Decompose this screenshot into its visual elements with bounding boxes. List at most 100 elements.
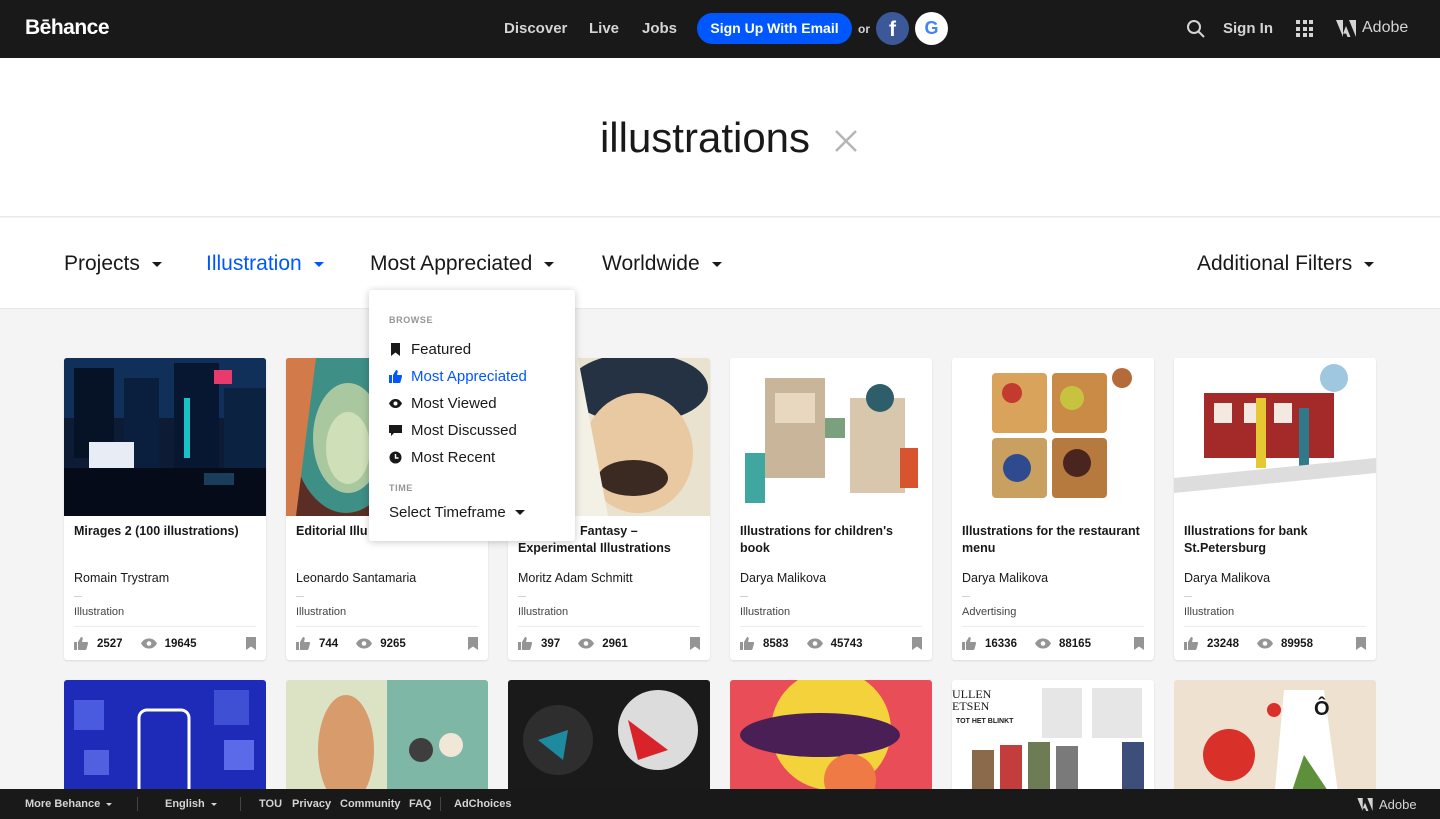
bookmark-icon[interactable] bbox=[1134, 637, 1144, 650]
bookmark-icon[interactable] bbox=[1356, 637, 1366, 650]
project-title[interactable]: Illustrations for the restaurant menu bbox=[962, 523, 1148, 557]
sort-option-label: Most Appreciated bbox=[411, 368, 527, 385]
project-field: Illustration bbox=[1184, 606, 1235, 618]
eye-icon bbox=[356, 638, 373, 649]
appreciation-count: 16336 bbox=[985, 637, 1017, 650]
signup-email-button[interactable]: Sign Up With Email bbox=[697, 13, 852, 44]
project-stats: 397 2961 bbox=[518, 637, 628, 650]
behance-logo[interactable]: Bēhance bbox=[25, 16, 110, 40]
app-grid-icon[interactable] bbox=[1296, 20, 1313, 37]
filter-creative-field[interactable]: Illustration bbox=[206, 252, 324, 276]
project-owner[interactable]: Moritz Adam Schmitt bbox=[518, 571, 633, 585]
project-title[interactable]: Illustrations for children's book bbox=[740, 523, 926, 557]
eye-icon bbox=[806, 638, 823, 649]
project-thumbnail[interactable] bbox=[730, 358, 932, 516]
filter-projects[interactable]: Projects bbox=[64, 252, 162, 276]
sort-dropdown-menu: BROWSE Featured Most Appreciated Most Vi… bbox=[369, 290, 575, 541]
project-thumbnail[interactable] bbox=[64, 358, 266, 516]
sign-in-link[interactable]: Sign In bbox=[1223, 20, 1273, 37]
footer-adobe[interactable]: Adobe bbox=[1357, 797, 1417, 812]
bookmark-icon[interactable] bbox=[468, 637, 478, 650]
thumbs-up-icon bbox=[389, 370, 402, 383]
project-owner[interactable]: Darya Malikova bbox=[1184, 571, 1270, 585]
timeframe-label: Select Timeframe bbox=[389, 504, 506, 521]
divider bbox=[296, 596, 304, 597]
project-thumbnail[interactable] bbox=[952, 358, 1154, 516]
sort-option-most-recent[interactable]: Most Recent bbox=[389, 449, 495, 466]
project-field: Illustration bbox=[74, 606, 125, 618]
bookmark-icon[interactable] bbox=[690, 637, 700, 650]
adobe-link[interactable]: Adobe bbox=[1336, 19, 1408, 37]
divider bbox=[518, 596, 526, 597]
chevron-down-icon bbox=[514, 510, 525, 515]
project-thumbnail[interactable] bbox=[730, 680, 932, 800]
view-count: 9265 bbox=[380, 637, 406, 650]
top-navigation-bar: Bēhance Discover Live Jobs Sign Up With … bbox=[0, 0, 1440, 58]
thumbs-up-icon bbox=[518, 637, 533, 650]
project-title[interactable]: Mirages 2 (100 illustrations) bbox=[74, 523, 260, 540]
divider bbox=[240, 797, 241, 811]
clear-search-icon[interactable] bbox=[835, 130, 857, 152]
filter-additional[interactable]: Additional Filters bbox=[1197, 252, 1375, 276]
search-query[interactable]: illustrations bbox=[0, 114, 1440, 162]
footer-tou[interactable]: TOU bbox=[259, 798, 282, 810]
project-stats: 23248 89958 bbox=[1184, 637, 1313, 650]
filter-sort[interactable]: Most Appreciated bbox=[370, 252, 555, 276]
footer-language[interactable]: English bbox=[165, 798, 217, 810]
divider bbox=[440, 797, 441, 811]
footer-privacy[interactable]: Privacy bbox=[292, 798, 331, 810]
google-signup-icon[interactable]: G bbox=[915, 12, 948, 45]
footer-faq[interactable]: FAQ bbox=[409, 798, 432, 810]
divider bbox=[137, 797, 138, 811]
search-query-text: illustrations bbox=[599, 114, 811, 161]
sort-option-most-discussed[interactable]: Most Discussed bbox=[389, 422, 517, 439]
project-thumbnail[interactable] bbox=[64, 680, 266, 800]
magazine-subheading: TOT HET BLINKT bbox=[956, 718, 1014, 725]
project-card[interactable]: Illustrations for children's book Darya … bbox=[730, 358, 932, 660]
adobe-label: Adobe bbox=[1362, 19, 1409, 36]
eye-icon bbox=[1034, 638, 1051, 649]
sort-option-most-viewed[interactable]: Most Viewed bbox=[389, 395, 497, 412]
project-thumbnail[interactable] bbox=[508, 680, 710, 800]
project-title[interactable]: Illustrations for bank St.Petersburg bbox=[1184, 523, 1370, 557]
nav-discover[interactable]: Discover bbox=[504, 20, 567, 37]
project-card[interactable]: Illustrations for bank St.Petersburg Dar… bbox=[1174, 358, 1376, 660]
facebook-signup-icon[interactable]: f bbox=[876, 12, 909, 45]
filter-location-label: Worldwide bbox=[602, 252, 700, 275]
project-owner[interactable]: Leonardo Santamaria bbox=[296, 571, 416, 585]
project-thumbnail[interactable]: Ô bbox=[1174, 680, 1376, 800]
chevron-down-icon bbox=[210, 802, 217, 806]
project-owner[interactable]: Darya Malikova bbox=[962, 571, 1048, 585]
sort-option-label: Most Recent bbox=[411, 449, 496, 466]
sort-option-featured[interactable]: Featured bbox=[389, 341, 471, 358]
bookmark-icon bbox=[391, 343, 400, 356]
project-thumbnail[interactable]: ULLEN ETSEN TOT HET BLINKT bbox=[952, 680, 1154, 800]
search-icon[interactable] bbox=[1186, 19, 1206, 39]
nav-live[interactable]: Live bbox=[589, 20, 619, 37]
project-stats: 2527 19645 bbox=[74, 637, 197, 650]
thumbs-up-icon bbox=[962, 637, 977, 650]
eye-icon bbox=[389, 399, 402, 408]
chevron-down-icon bbox=[151, 261, 162, 267]
filter-location[interactable]: Worldwide bbox=[602, 252, 722, 276]
bookmark-icon[interactable] bbox=[912, 637, 922, 650]
project-thumbnail[interactable] bbox=[286, 680, 488, 800]
project-owner[interactable]: Darya Malikova bbox=[740, 571, 826, 585]
appreciation-count: 8583 bbox=[763, 637, 789, 650]
footer-community[interactable]: Community bbox=[340, 798, 401, 810]
project-card[interactable]: Illustrations for the restaurant menu Da… bbox=[952, 358, 1154, 660]
view-count: 89958 bbox=[1280, 637, 1313, 650]
bookmark-icon[interactable] bbox=[246, 637, 256, 650]
project-thumbnail[interactable] bbox=[1174, 358, 1376, 516]
project-card[interactable]: Mirages 2 (100 illustrations) Romain Try… bbox=[64, 358, 266, 660]
view-count: 2961 bbox=[602, 637, 628, 650]
sort-option-most-appreciated[interactable]: Most Appreciated bbox=[389, 368, 527, 385]
timeframe-select[interactable]: Select Timeframe bbox=[389, 504, 525, 521]
project-owner[interactable]: Romain Trystram bbox=[74, 571, 169, 585]
filter-bar: Projects Illustration Most Appreciated W… bbox=[0, 218, 1440, 309]
view-count: 19645 bbox=[164, 637, 197, 650]
footer-more-behance[interactable]: More Behance bbox=[25, 798, 113, 810]
nav-jobs[interactable]: Jobs bbox=[642, 20, 677, 37]
view-count: 45743 bbox=[830, 637, 863, 650]
footer-adchoices[interactable]: AdChoices bbox=[454, 798, 511, 810]
